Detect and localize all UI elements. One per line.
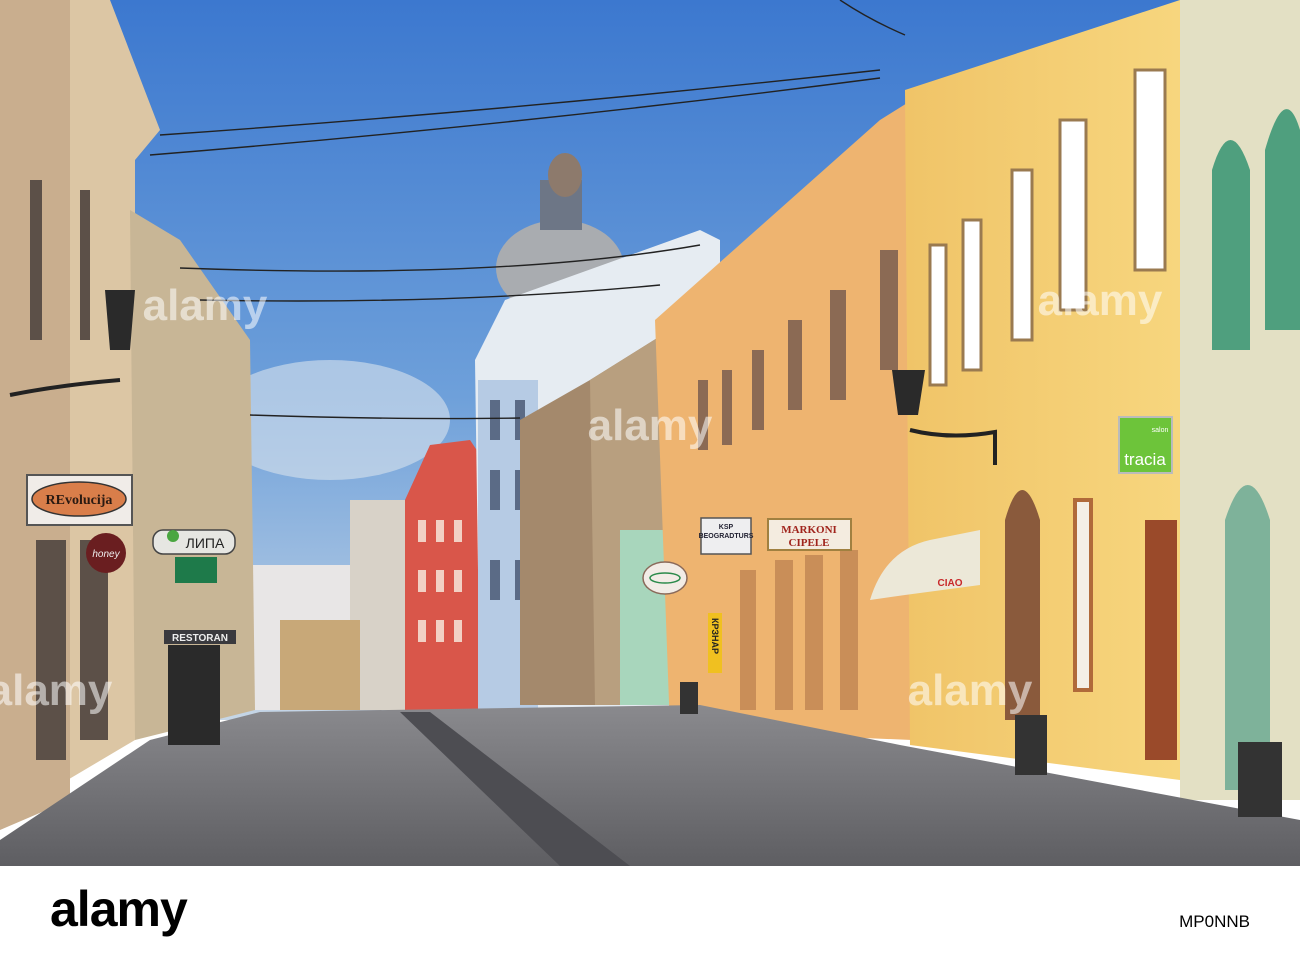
green-building — [1180, 0, 1300, 800]
krznar-sign-text: КРЗНАР — [710, 618, 720, 654]
revolucija-sign: REvolucija — [26, 474, 133, 526]
tracia-sign-small-text: salon — [1152, 427, 1169, 434]
restoran-sign-text: RESTORAN — [172, 633, 228, 644]
honey-sign: honey — [86, 533, 126, 573]
stock-footer: alamy MP0NNB — [0, 866, 1300, 956]
ksp-sign-text-2: BEOGRADTURS — [699, 533, 754, 540]
watermark-text: alamy — [908, 666, 1033, 715]
markoni-sign-text-1: MARKONI — [781, 524, 837, 536]
image-code: MP0NNB — [1179, 912, 1250, 931]
watermark-text: alamy — [1038, 276, 1163, 325]
alamy-logo: alamy — [50, 881, 188, 937]
ksp-sign: KSP BEOGRADTURS — [699, 517, 754, 555]
ciao-text: CIAO — [938, 578, 963, 589]
krznar-sign: КРЗНАР — [708, 613, 722, 673]
street-photo: REvolucija honey ЛИПА RESTORAN KSP BEOGR… — [0, 0, 1300, 866]
tracia-sign: salon tracia — [1118, 416, 1173, 474]
watermark-text: alamy — [0, 666, 113, 715]
watermark-text: alamy — [588, 401, 713, 450]
lipa-sign-text: ЛИПА — [186, 535, 225, 551]
yellow-building — [905, 0, 1180, 780]
honey-sign-text: honey — [92, 549, 120, 560]
revolucija-sign-text: REvolucija — [46, 493, 113, 508]
markoni-cipele-sign: MARKONI CIPELE — [767, 518, 852, 551]
tracia-sign-text: tracia — [1124, 450, 1166, 469]
watermark-text: alamy — [143, 281, 268, 330]
ksp-sign-text-1: KSP — [719, 524, 734, 531]
oval-shop-sign — [642, 561, 688, 595]
markoni-sign-text-2: CIPELE — [789, 537, 830, 549]
